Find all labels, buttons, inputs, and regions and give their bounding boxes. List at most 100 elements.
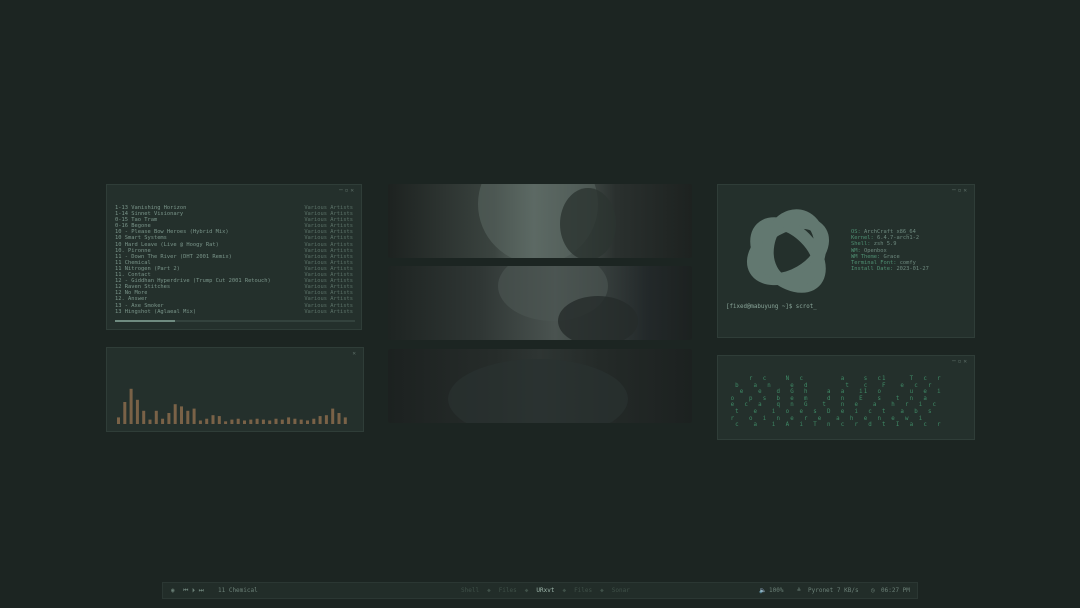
visualizer-bar (129, 388, 133, 424)
window-controls[interactable]: ─▫✕ (952, 187, 969, 194)
portrait-chin-image (498, 266, 638, 340)
matrix-rain-text: r c N c a s c1 T c r b a n e d t c F e c… (726, 376, 942, 429)
visualizer-bar (142, 410, 146, 424)
visualizer-bar (135, 399, 139, 424)
info-value: 2023-01-27 (896, 266, 929, 273)
visualizer-bar (306, 420, 309, 424)
workspace-separator-icon: ◆ (600, 587, 604, 594)
visualizer-bar (299, 419, 303, 424)
visualizer-bar (318, 416, 322, 424)
wallpaper-panel-middle (388, 266, 692, 340)
matrix-terminal-window[interactable]: ─▫✕ r c N c a s c1 T c r b a n e d t c F… (717, 355, 975, 440)
matrix-line: r o i n e r e a h e n e w i (726, 415, 924, 422)
matrix-line: t e i o e s D e i c t a b s (726, 408, 933, 415)
playback-progress-fill (115, 320, 175, 322)
workspace-list[interactable]: Shell ◆ Files ◆ URxvt ◆ Files ◆ Sonar (461, 587, 638, 594)
info-value: 6.4.7-arch1-2 (876, 235, 920, 242)
visualizer-bar (198, 420, 202, 424)
visualizer-bar (249, 419, 253, 424)
info-value: comfy (899, 260, 916, 267)
portrait-face-image (478, 184, 616, 258)
workspace-shell[interactable]: Shell (461, 587, 479, 594)
playback-progress[interactable] (115, 320, 355, 322)
system-info: OS: ArchCraft x86_64 Kernel: 6.4.7-arch1-… (851, 229, 929, 272)
info-value: ArchCraft x86_64 (863, 229, 916, 235)
visualizer-bar (243, 420, 246, 424)
system-info-row: Install Date: 2023-01-27 (851, 266, 929, 272)
visualizer-bar (192, 408, 196, 424)
workspace-files[interactable]: Files (499, 587, 517, 594)
matrix-line: e c a q n G t n e a h r i c (726, 402, 938, 409)
visualizer-bar (287, 417, 291, 424)
now-playing-label: 11 Chemical (218, 587, 258, 594)
visualizer-bar (255, 418, 259, 424)
matrix-line: b a n e d t c F e c r (726, 382, 933, 389)
workspace-urxvt[interactable]: URxvt (536, 587, 554, 594)
visualizer-bar (331, 408, 335, 424)
music-player-window[interactable]: ─▫✕ 1-13 Vanishing Horizon Various Artist… (106, 184, 362, 330)
info-key: Kernel: (851, 235, 877, 242)
workspace-separator-icon: ◆ (562, 587, 567, 594)
visualizer-bar (337, 413, 341, 424)
visualizer-bar (167, 413, 171, 424)
visualizer-bar (154, 410, 158, 424)
matrix-line: o p s b e m d n E s t n a (726, 395, 928, 402)
wallpaper-panel-top (388, 184, 692, 258)
media-controls[interactable]: ⏮ ⏵ ⏭ (183, 587, 204, 595)
workspace-separator-icon: ◆ (524, 587, 529, 594)
volume-icon[interactable]: 🔈 (759, 587, 766, 594)
visualizer-bar (236, 418, 240, 424)
volume-level[interactable]: 100% (769, 587, 783, 594)
visualizer-bar (186, 410, 190, 424)
wallpaper-panel-bottom (388, 349, 692, 423)
info-value: Grace (883, 253, 900, 260)
fetch-terminal-window[interactable]: ─▫✕ OS: ArchCraft x86_64 Kernel: 6.4.7-ar… (717, 184, 975, 338)
visualizer-bar (230, 419, 234, 424)
visualizer-bar (280, 419, 284, 424)
info-value: Openbox (863, 247, 887, 254)
visualizer-bar (180, 406, 183, 424)
visualizer-bar (293, 418, 297, 424)
visualizer-bar (217, 416, 221, 424)
info-key: Terminal Font: (851, 260, 900, 267)
workspace-separator-icon: ◆ (487, 587, 491, 594)
track-list[interactable]: 1-13 Vanishing Horizon Various Artists 1-1… (115, 205, 353, 315)
wifi-icon[interactable]: ≙ (797, 587, 801, 594)
matrix-line: r c N c a s c1 T c r (726, 376, 942, 382)
shell-prompt[interactable]: [fixed@mabuyung ~]$ scrot_ (726, 304, 817, 310)
track-row[interactable]: 13 Hingshot (Aglaeal Mix) Various Artists (115, 309, 353, 315)
matrix-line: c a i A i T n c r d t I a c r (726, 422, 942, 429)
arch-logo-icon[interactable]: ◉ (171, 587, 175, 594)
visualizer-bar (224, 421, 228, 424)
matrix-line: e e d G h a a i1 o u e i (726, 389, 942, 396)
visualizer-bar (205, 418, 209, 424)
visualizer-bar (117, 417, 120, 424)
visualizer-bar (173, 404, 177, 424)
clock: 06:27 PM (881, 587, 910, 594)
archcraft-logo-icon (746, 209, 830, 293)
visualizer-bar (343, 417, 347, 424)
workspace-files[interactable]: Files (574, 587, 592, 594)
info-value: zsh 5.9 (873, 241, 897, 248)
audio-visualizer-window: ✕ (106, 347, 364, 432)
network-status[interactable]: Pyronet 7 KB/s (808, 587, 859, 594)
info-key: OS: (851, 229, 864, 235)
portrait-shoulder-image (448, 359, 628, 423)
visualizer-bar (123, 402, 127, 424)
track-title: 13 Hingshot (Aglaeal Mix) (115, 308, 197, 315)
clock-icon: ◷ (871, 587, 875, 594)
info-key: WM: (851, 247, 864, 254)
status-bar: ◉ ⏮ ⏵ ⏭ 11 Chemical Shell ◆ Files ◆ URxvt ◆ Fi… (162, 582, 918, 599)
window-controls[interactable]: ─▫✕ (952, 358, 969, 365)
visualizer-bar (148, 419, 152, 424)
visualizer-bar (312, 418, 316, 424)
visualizer-bar (211, 415, 215, 424)
visualizer-bars (117, 388, 347, 424)
info-key: Install Date: (851, 266, 897, 273)
window-controls[interactable]: ─▫✕ (339, 187, 356, 194)
visualizer-bar (274, 418, 278, 424)
visualizer-bar (268, 420, 272, 424)
workspace-sonar[interactable]: Sonar (612, 587, 630, 594)
visualizer-bar (261, 419, 265, 424)
visualizer-bar (324, 415, 328, 424)
